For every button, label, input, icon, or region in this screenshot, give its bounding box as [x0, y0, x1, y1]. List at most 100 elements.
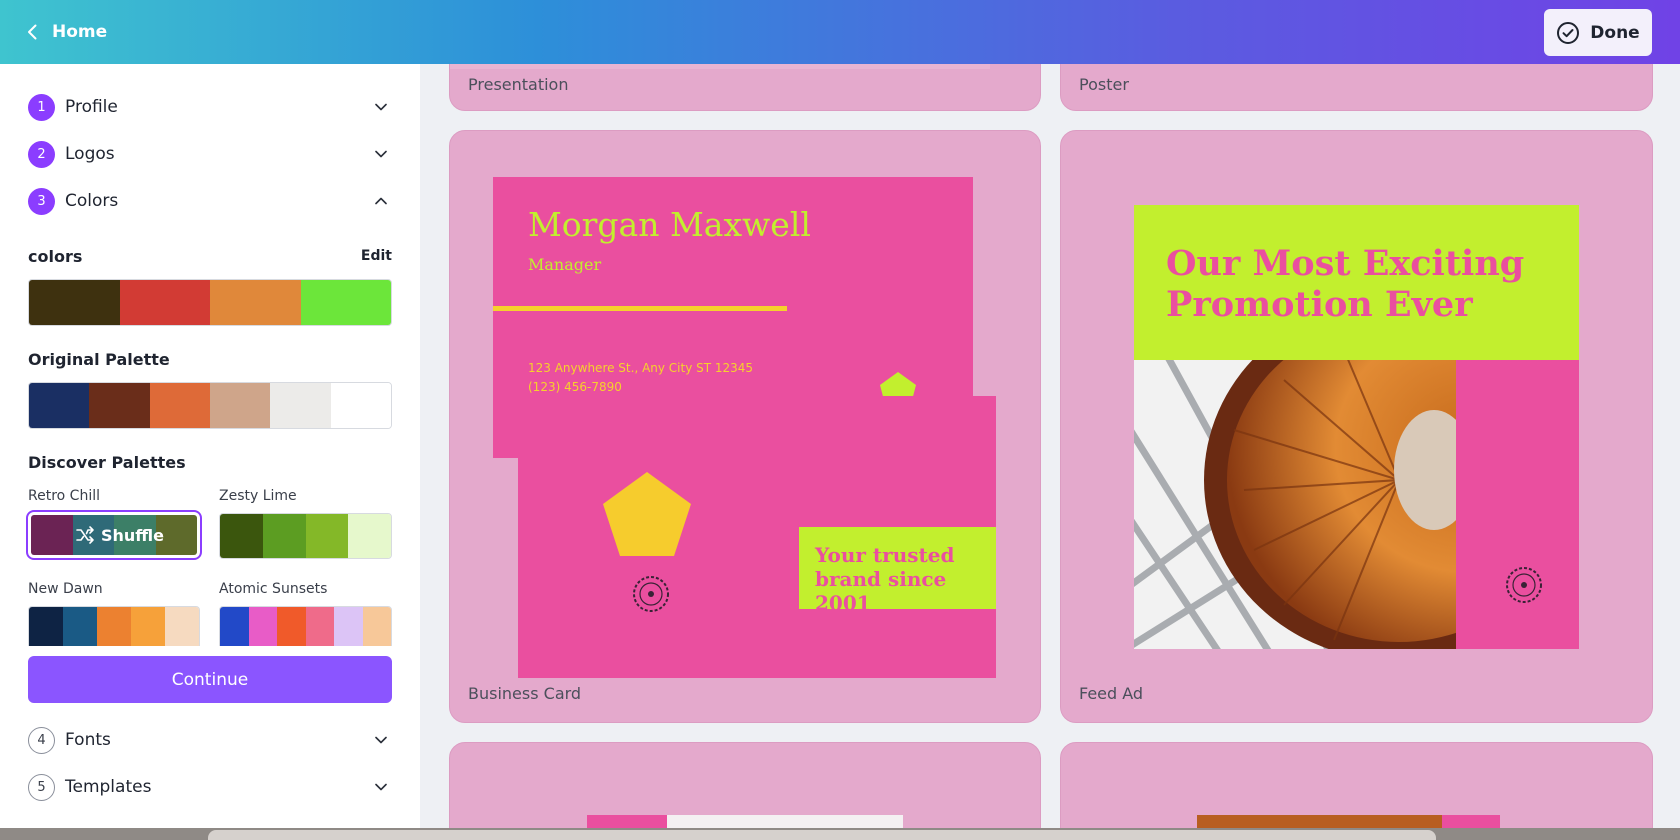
home-button[interactable]: Home [24, 16, 107, 48]
step-number-badge: 1 [28, 93, 55, 121]
step-label: Colors [65, 191, 119, 211]
step-templates[interactable]: 5 Templates [28, 771, 392, 803]
feed-ad-header: Our Most Exciting Promotion Ever [1134, 205, 1579, 360]
color-swatch [270, 383, 331, 428]
template-preview-area: Presentation Poster Morgan Maxwell Manag… [420, 64, 1680, 828]
original-palette-heading: Original Palette [28, 350, 170, 369]
palettes-scroll-clip [0, 606, 420, 646]
template-card-presentation[interactable]: Presentation [449, 64, 1041, 111]
palette-name-retro-chill: Retro Chill [28, 488, 100, 504]
feed-ad-preview: Our Most Exciting Promotion Ever [1134, 205, 1579, 649]
spiral-staircase-photo [1134, 360, 1456, 649]
color-swatch [29, 383, 90, 428]
palette-retro-chill[interactable]: Shuffle [26, 510, 202, 560]
color-swatch [262, 514, 306, 558]
card-phone: (123) 456-7890 [528, 380, 622, 394]
desktop-background-strip [0, 828, 1680, 840]
step-logos[interactable]: 2 Logos [28, 138, 392, 170]
card-person-name: Morgan Maxwell [528, 205, 811, 244]
step-fonts[interactable]: 4 Fonts [28, 724, 392, 756]
brand-colors-palette[interactable] [28, 279, 392, 326]
chevron-down-icon [375, 736, 387, 744]
color-swatch [63, 607, 97, 646]
color-swatch[interactable] [119, 280, 210, 325]
palette-name-new-dawn: New Dawn [28, 581, 103, 597]
template-card-poster[interactable]: Poster [1060, 64, 1653, 111]
color-swatch [165, 607, 199, 646]
color-swatch [305, 607, 334, 646]
card-person-role: Manager [528, 255, 602, 274]
step-colors[interactable]: 3 Colors [28, 185, 392, 217]
preview-strip [587, 815, 667, 828]
color-swatch [89, 383, 150, 428]
template-card-business-card[interactable]: Morgan Maxwell Manager 123 Anywhere St.,… [449, 130, 1041, 723]
check-circle-icon [1557, 21, 1580, 44]
brand-kit-sidebar: 1 Profile 2 Logos 3 Colors colors Edit O… [0, 64, 420, 828]
palette-atomic-sunsets[interactable] [219, 606, 392, 646]
preview-strip [1197, 815, 1442, 828]
step-label: Fonts [65, 730, 111, 750]
card-contact: 123 Anywhere St., Any City ST 12345 (123… [528, 359, 753, 397]
color-swatch [330, 383, 391, 428]
title-line: Promotion Ever [1166, 284, 1473, 325]
feed-ad-sidebar [1456, 360, 1579, 649]
template-label: Presentation [468, 75, 569, 94]
template-card-next-left[interactable] [449, 742, 1041, 828]
edit-colors-link[interactable]: Edit [361, 248, 392, 264]
color-swatch [114, 515, 156, 555]
color-swatch [362, 607, 391, 646]
step-profile[interactable]: 1 Profile [28, 91, 392, 123]
divider-line [493, 306, 787, 311]
color-swatch [348, 514, 391, 558]
continue-button[interactable]: Continue [28, 656, 392, 703]
color-swatch[interactable] [210, 280, 301, 325]
home-label: Home [52, 22, 108, 42]
chevron-down-icon [375, 783, 387, 791]
palette-name-atomic-sunsets: Atomic Sunsets [219, 581, 328, 597]
step-number-badge: 2 [28, 140, 55, 168]
business-card-front: Your trusted brand since 2001 [518, 396, 996, 678]
template-card-next-right[interactable] [1060, 742, 1653, 828]
done-button[interactable]: Done [1544, 9, 1652, 56]
palette-new-dawn[interactable] [28, 606, 200, 646]
color-swatch [248, 607, 277, 646]
color-swatch [277, 607, 306, 646]
step-label: Templates [65, 777, 152, 797]
step-number-badge: 3 [28, 187, 55, 215]
preview-strip [1442, 815, 1500, 828]
palette-zesty-lime[interactable] [219, 513, 392, 559]
template-label: Business Card [468, 684, 582, 703]
color-swatch [334, 607, 363, 646]
stamp-logo-icon [633, 576, 669, 612]
template-label: Poster [1079, 75, 1129, 94]
chevron-left-icon [28, 24, 37, 40]
color-swatch [155, 515, 197, 555]
feed-ad-title: Our Most Exciting Promotion Ever [1166, 243, 1524, 325]
step-label: Logos [65, 144, 115, 164]
color-swatch [209, 383, 271, 428]
template-card-feed-ad[interactable]: Our Most Exciting Promotion Ever Feed Ad [1060, 130, 1653, 723]
presentation-preview [450, 64, 990, 69]
card-tagline: Your trusted brand since 2001 [799, 527, 996, 615]
chevron-down-icon [375, 103, 387, 111]
template-label: Feed Ad [1079, 684, 1144, 703]
color-swatch [149, 383, 210, 428]
color-swatch[interactable] [29, 280, 120, 325]
color-swatch [97, 607, 131, 646]
color-swatch [29, 607, 63, 646]
chevron-up-icon [375, 197, 387, 205]
color-swatch [220, 607, 249, 646]
color-swatch [220, 514, 263, 558]
card-address: 123 Anywhere St., Any City ST 12345 [528, 361, 754, 375]
color-swatch [131, 607, 165, 646]
palette-name-zesty-lime: Zesty Lime [219, 488, 297, 504]
tagline-line: Your trusted [815, 543, 955, 567]
pentagon-shape [603, 472, 691, 556]
colors-heading: colors [28, 247, 83, 266]
pentagon-shape [880, 372, 916, 396]
original-palette[interactable] [28, 382, 392, 429]
step-number-badge: 4 [28, 726, 55, 754]
step-label: Profile [65, 97, 118, 117]
done-label: Done [1590, 22, 1640, 43]
color-swatch[interactable] [300, 280, 391, 325]
